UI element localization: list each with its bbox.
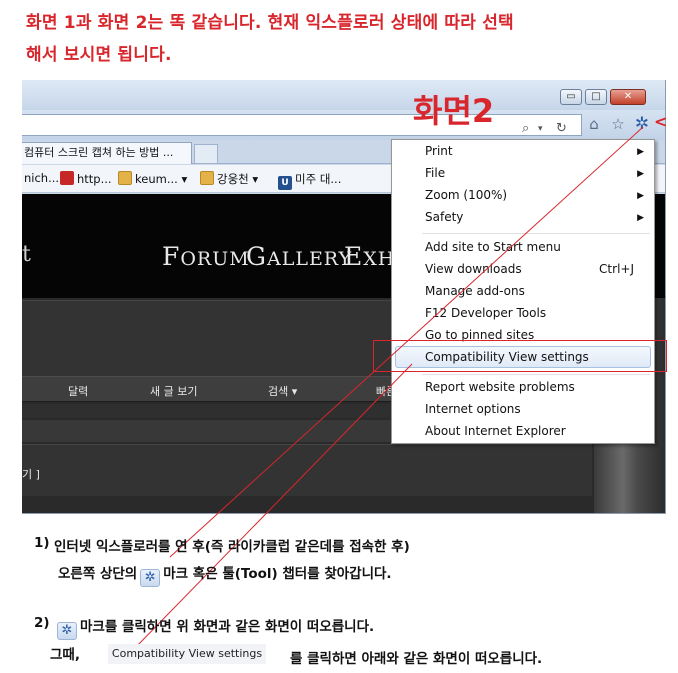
favorite-item[interactable]: http... bbox=[60, 171, 112, 186]
menu-item-report-problems[interactable]: Report website problems bbox=[425, 380, 575, 394]
u-site-icon: U bbox=[278, 176, 292, 190]
menu-item-add-site[interactable]: Add site to Start menu bbox=[425, 240, 561, 254]
site-nav-fragment: t bbox=[22, 242, 32, 267]
close-button[interactable]: ✕ bbox=[610, 89, 646, 105]
submenu-arrow-icon: ▶ bbox=[637, 191, 644, 201]
gear-icon: ✲ bbox=[57, 622, 77, 640]
screen-2-label: 화면2 bbox=[413, 92, 495, 130]
flag-icon bbox=[60, 171, 74, 185]
favorite-item-label: 강웅천 bbox=[217, 172, 249, 186]
step-1-number: 1) bbox=[34, 535, 50, 551]
tools-gear-icon[interactable]: ✲ bbox=[632, 114, 652, 134]
favorite-item-label: 미주 대... bbox=[295, 172, 342, 186]
step-1-line-2: 오른쪽 상단의 ✲ 마크 혹은 툴(Tool) 챕터를 찾아갑니다. bbox=[58, 566, 392, 587]
step-1-line-1: 인터넷 익스플로러를 연 후(즉 라이카클럽 같은데를 접속한 후) bbox=[54, 539, 410, 555]
submenu-arrow-icon: ▶ bbox=[637, 147, 644, 157]
highlight-box bbox=[373, 340, 667, 372]
menu-item-safety[interactable]: Safety bbox=[425, 210, 463, 224]
submenu-arrow-icon: ▶ bbox=[637, 213, 644, 223]
content-panel bbox=[22, 444, 592, 496]
content-text-fragment: 기 ] bbox=[22, 468, 40, 481]
favorite-item[interactable]: 강웅천 ▾ bbox=[200, 171, 258, 187]
submenu-arrow-icon: ▶ bbox=[637, 169, 644, 179]
menu-item-file[interactable]: File bbox=[425, 166, 445, 180]
maximize-button[interactable]: □ bbox=[585, 89, 607, 105]
search-icon[interactable]: ⌕ bbox=[522, 121, 529, 136]
address-bar[interactable]: ⌕ ▾ ↻ bbox=[22, 114, 582, 136]
favorite-item[interactable]: nich... bbox=[24, 171, 59, 185]
favorite-item-label: keum... bbox=[135, 172, 178, 186]
refresh-icon[interactable]: ↻ bbox=[556, 121, 567, 136]
tools-dropdown-menu: Print ▶ File ▶ Zoom (100%) ▶ Safety ▶ Ad… bbox=[391, 139, 655, 444]
arrow-left-icon: < bbox=[654, 112, 668, 131]
menu-separator bbox=[422, 233, 650, 234]
minimize-button[interactable]: ▭ bbox=[560, 89, 582, 105]
folder-icon bbox=[200, 171, 214, 185]
step-2-rest: 를 클릭하면 아래와 같은 화면이 떠오릅니다. bbox=[290, 651, 543, 667]
window-titlebar: ▭ □ ✕ bbox=[22, 80, 665, 110]
address-row: ⌕ ▾ ↻ bbox=[22, 110, 665, 140]
favorite-item[interactable]: keum... ▾ bbox=[118, 171, 187, 186]
menu-item-view-downloads[interactable]: View downloads bbox=[425, 262, 522, 276]
chevron-down-icon[interactable]: ▾ bbox=[538, 124, 543, 134]
favorite-item-label: http... bbox=[77, 172, 112, 186]
menu-shortcut: Ctrl+J bbox=[599, 262, 634, 276]
heading-line-2: 해서 보시면 됩니다. bbox=[26, 45, 172, 65]
gear-icon: ✲ bbox=[140, 569, 161, 587]
menu-item-internet-options[interactable]: Internet options bbox=[425, 402, 521, 416]
favorites-star-icon[interactable]: ☆ bbox=[608, 114, 628, 134]
compat-view-chip: Compatibility View settings bbox=[108, 644, 266, 664]
site-nav-forum[interactable]: FORUM bbox=[162, 242, 250, 271]
site-menu-search[interactable]: 검색 ▾ bbox=[268, 383, 297, 399]
favorite-item[interactable]: U 미주 대... bbox=[278, 171, 341, 190]
menu-item-f12-tools[interactable]: F12 Developer Tools bbox=[425, 306, 546, 320]
heading-line-1: 화면 1과 화면 2는 똑 같습니다. 현재 익스플로러 상태에 따라 선택 bbox=[26, 13, 514, 33]
menu-item-zoom[interactable]: Zoom (100%) bbox=[425, 188, 507, 202]
menu-item-print[interactable]: Print bbox=[425, 144, 453, 158]
step-2-line-1: ✲ 마크를 클릭하면 위 화면과 같은 화면이 떠오릅니다. bbox=[54, 615, 374, 640]
site-menu-new-posts[interactable]: 새 글 보기 bbox=[150, 383, 197, 399]
folder-icon bbox=[118, 171, 132, 185]
menu-item-about-ie[interactable]: About Internet Explorer bbox=[425, 424, 566, 438]
tab-active[interactable]: 컴퓨터 스크린 캡쳐 하는 방법 ... bbox=[22, 142, 192, 164]
menu-separator bbox=[422, 374, 650, 375]
menu-item-manage-addons[interactable]: Manage add-ons bbox=[425, 284, 525, 298]
home-icon[interactable]: ⌂ bbox=[584, 114, 604, 134]
step-2-then: 그때, bbox=[50, 647, 80, 663]
site-nav-gallery[interactable]: GALLERY bbox=[246, 242, 352, 271]
new-tab-button[interactable] bbox=[194, 144, 218, 164]
site-menu-calendar[interactable]: 달력 bbox=[68, 383, 88, 399]
step-2-number: 2) bbox=[34, 615, 50, 631]
